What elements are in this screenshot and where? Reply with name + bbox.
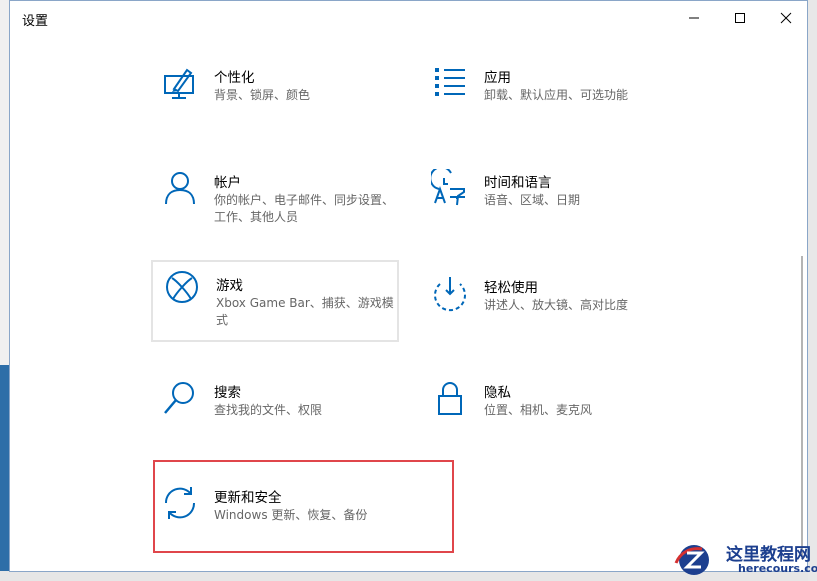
tile-time-language[interactable]: 时间和语言 语音、区域、日期 bbox=[421, 161, 671, 251]
lock-icon bbox=[438, 382, 462, 415]
minimize-button[interactable] bbox=[671, 1, 717, 35]
watermark-logo-icon bbox=[674, 545, 709, 575]
tile-name: 时间和语言 bbox=[484, 175, 552, 191]
tile-name: 隐私 bbox=[484, 385, 511, 401]
maximize-icon bbox=[735, 13, 745, 23]
tile-privacy[interactable]: 隐私 位置、相机、麦克风 bbox=[421, 371, 671, 451]
scrollbar-thumb[interactable] bbox=[801, 256, 803, 556]
accounts-icon bbox=[165, 172, 195, 205]
tile-name: 应用 bbox=[484, 70, 511, 86]
maximize-button[interactable] bbox=[717, 1, 763, 35]
tile-description: 位置、相机、麦克风 bbox=[484, 403, 593, 417]
tile-name: 搜索 bbox=[214, 385, 241, 401]
tile-description: Xbox Game Bar、捕获、游戏模式 bbox=[216, 296, 394, 327]
tile-ease-of-access[interactable]: 轻松使用 讲述人、放大镜、高对比度 bbox=[421, 266, 671, 346]
tile-search[interactable]: 搜索 查找我的文件、权限 bbox=[151, 371, 401, 451]
tile-name: 游戏 bbox=[216, 278, 243, 294]
tile-description: 讲述人、放大镜、高对比度 bbox=[484, 298, 629, 312]
tile-name: 帐户 bbox=[214, 175, 241, 191]
tile-gaming[interactable]: 游戏 Xbox Game Bar、捕获、游戏模式 bbox=[151, 260, 399, 342]
highlight-box bbox=[153, 460, 454, 553]
search-icon bbox=[164, 382, 194, 414]
minimize-icon bbox=[689, 17, 699, 19]
ease-of-access-icon bbox=[434, 277, 466, 312]
apps-icon bbox=[435, 68, 465, 96]
background-right bbox=[808, 0, 817, 581]
close-button[interactable] bbox=[763, 1, 807, 35]
title-bar[interactable]: 设置 bbox=[10, 1, 807, 35]
tile-description: 语音、区域、日期 bbox=[484, 193, 581, 207]
tile-apps[interactable]: 应用 卸载、默认应用、可选功能 bbox=[421, 56, 671, 146]
tile-description: 查找我的文件、权限 bbox=[214, 403, 323, 417]
tile-description: 你的帐户、电子邮件、同步设置、工作、其他人员 bbox=[214, 193, 395, 224]
tile-name: 轻松使用 bbox=[484, 280, 538, 296]
watermark-url: herecours.com bbox=[738, 562, 817, 575]
time-language-icon bbox=[431, 169, 465, 206]
close-icon bbox=[780, 12, 792, 24]
tile-description: 卸载、默认应用、可选功能 bbox=[484, 88, 629, 102]
xbox-icon bbox=[166, 271, 198, 303]
window-title: 设置 bbox=[22, 14, 49, 29]
settings-window: 设置 个性化 背景、锁屏、颜色 应用 卸载、默认应用、可选功能 帐户 你的帐户、… bbox=[9, 0, 808, 572]
tile-name: 个性化 bbox=[214, 70, 255, 86]
personalization-icon bbox=[164, 68, 194, 99]
tile-personalization[interactable]: 个性化 背景、锁屏、颜色 bbox=[151, 56, 401, 146]
tile-accounts[interactable]: 帐户 你的帐户、电子邮件、同步设置、工作、其他人员 bbox=[151, 161, 401, 251]
watermark: 这里教程网 herecours.com bbox=[670, 537, 817, 581]
tile-description: 背景、锁屏、颜色 bbox=[214, 88, 311, 102]
